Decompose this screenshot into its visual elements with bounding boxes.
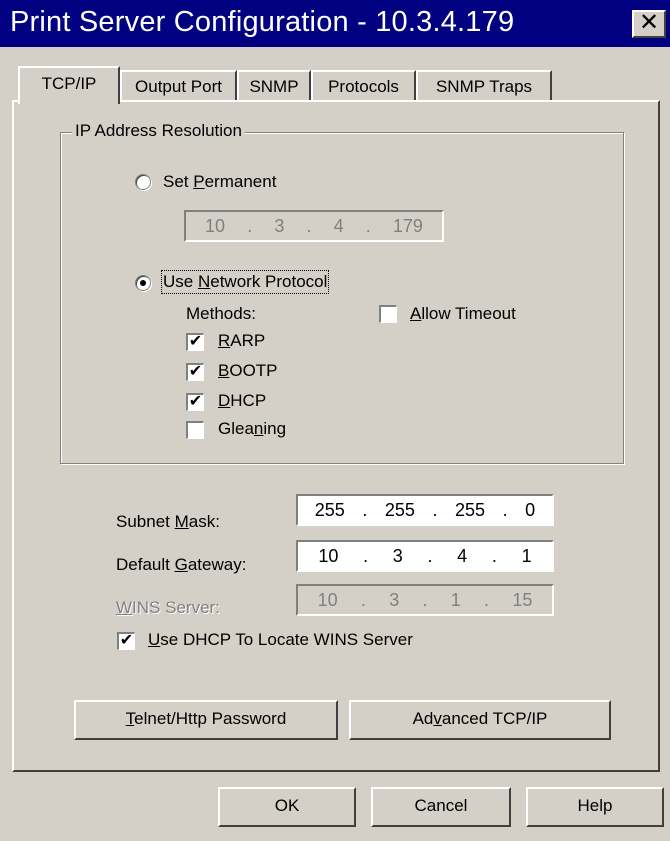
ip-resolution-group-label: IP Address Resolution <box>72 121 245 141</box>
check-icon: ✔ <box>188 393 203 410</box>
tab-label: TCP/IP <box>41 74 97 93</box>
cancel-button[interactable]: Cancel <box>371 787 511 827</box>
gleaning-label[interactable]: Gleaning <box>218 419 286 439</box>
use-dhcp-wins-checkbox[interactable]: ✔ <box>117 632 135 650</box>
help-button[interactable]: Help <box>526 787 664 827</box>
ok-button[interactable]: OK <box>218 787 356 827</box>
use-dhcp-wins-label[interactable]: Use DHCP To Locate WINS Server <box>148 630 413 650</box>
default-gateway-field[interactable]: 10 . 3 . 4 . 1 <box>296 540 554 572</box>
use-network-protocol-label[interactable]: Use Network Protocol <box>160 270 330 294</box>
tab-protocols[interactable]: Protocols <box>311 70 416 102</box>
default-gateway-label: Default Gateway: <box>116 555 247 574</box>
allow-timeout-label[interactable]: Allow Timeout <box>410 304 516 324</box>
check-icon: ✔ <box>188 363 203 380</box>
bootp-label[interactable]: BOOTP <box>218 361 278 381</box>
advanced-tcpip-button[interactable]: Advanced TCP/IP <box>349 700 611 740</box>
use-network-protocol-radio[interactable] <box>135 275 151 291</box>
tab-label: Output Port <box>135 77 222 96</box>
close-button[interactable]: ✕ <box>632 10 666 38</box>
tab-label: SNMP Traps <box>435 77 533 96</box>
dhcp-label[interactable]: DHCP <box>218 391 266 411</box>
close-icon: ✕ <box>638 9 660 36</box>
radio-selected-dot <box>140 280 146 286</box>
wins-server-label: WINS Server: <box>116 598 220 617</box>
subnet-mask-field[interactable]: 255 . 255 . 255 . 0 <box>296 494 554 526</box>
tab-tcpip[interactable]: TCP/IP <box>18 66 120 104</box>
rarp-label[interactable]: RARP <box>218 331 265 351</box>
dhcp-checkbox[interactable]: ✔ <box>186 393 204 411</box>
window-title: Print Server Configuration - 10.3.4.179 <box>10 6 515 38</box>
subnet-mask-label: Subnet Mask: <box>116 512 220 531</box>
tab-snmp-traps[interactable]: SNMP Traps <box>416 70 552 102</box>
set-permanent-radio[interactable] <box>135 174 151 190</box>
check-icon: ✔ <box>119 632 134 649</box>
gleaning-checkbox[interactable] <box>186 421 204 439</box>
telnet-password-button[interactable]: Telnet/Http Password <box>74 700 338 740</box>
tab-output-port[interactable]: Output Port <box>120 70 237 102</box>
tab-label: Protocols <box>328 77 399 96</box>
rarp-checkbox[interactable]: ✔ <box>186 333 204 351</box>
tab-label: SNMP <box>249 77 299 96</box>
bootp-checkbox[interactable]: ✔ <box>186 363 204 381</box>
tab-snmp[interactable]: SNMP <box>237 70 311 102</box>
allow-timeout-checkbox[interactable] <box>379 305 397 323</box>
wins-server-field[interactable]: 10 . 3 . 1 . 15 <box>296 584 554 616</box>
check-icon: ✔ <box>188 333 203 350</box>
set-permanent-label[interactable]: Set Permanent <box>163 172 276 192</box>
title-bar: Print Server Configuration - 10.3.4.179 … <box>0 0 670 47</box>
methods-label: Methods: <box>186 304 256 323</box>
permanent-ip-field[interactable]: 10 . 3 . 4 . 179 <box>184 210 444 242</box>
